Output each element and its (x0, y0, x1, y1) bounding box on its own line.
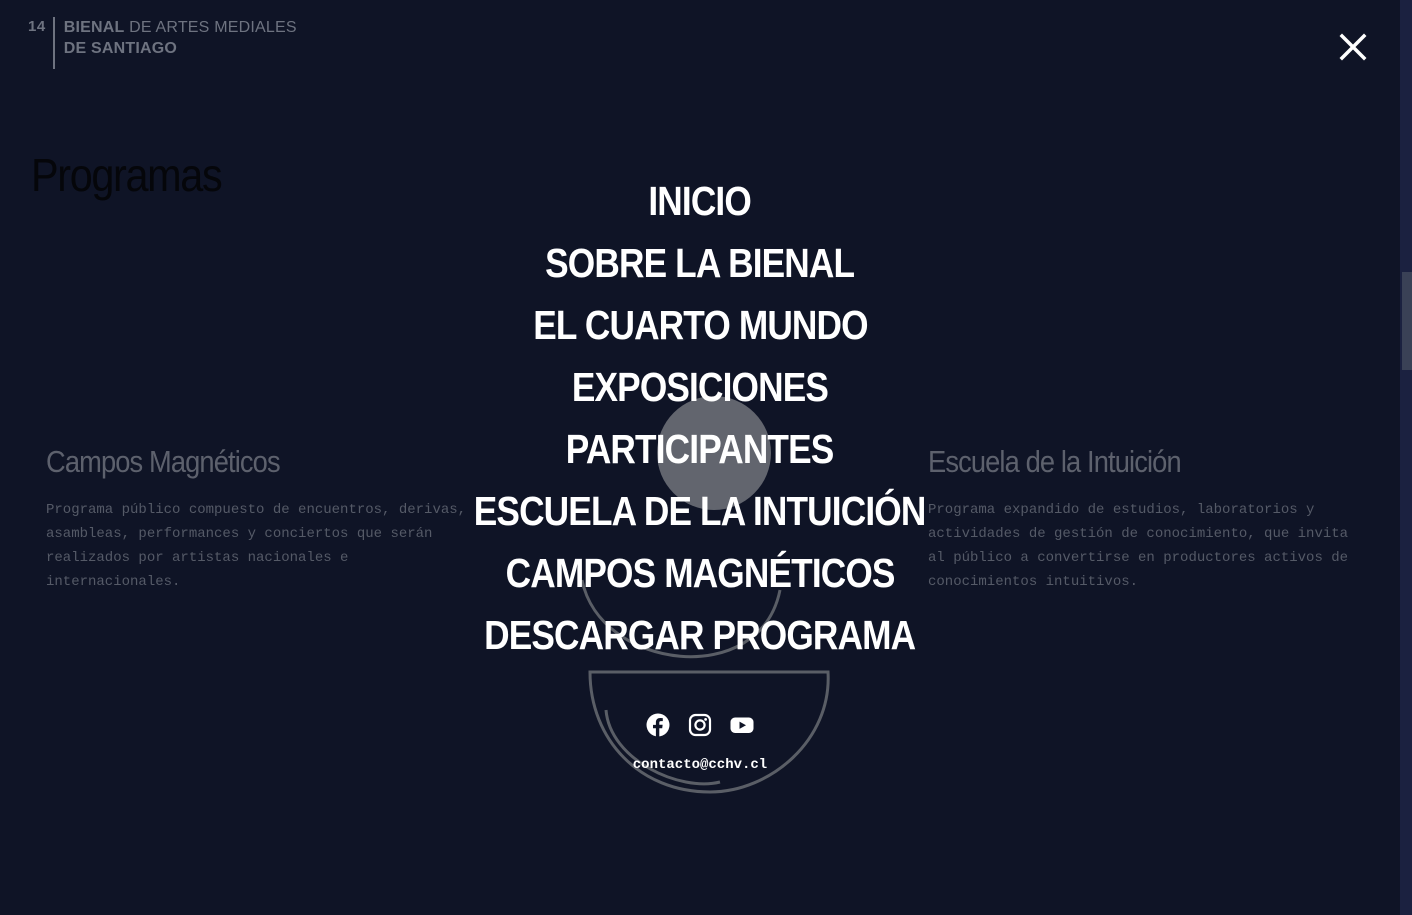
logo-divider (52, 17, 55, 69)
scrollbar-thumb[interactable] (1402, 272, 1412, 370)
menu-link-escuela-de-la-intuicion[interactable]: ESCUELA DE LA INTUICIÓN (474, 480, 927, 542)
instagram-link[interactable] (688, 710, 712, 740)
scrollbar-track[interactable] (1400, 0, 1412, 915)
menu-link-sobre-la-bienal[interactable]: SOBRE LA BIENAL (545, 232, 855, 294)
logo-line2: DE SANTIAGO (63, 40, 178, 57)
logo-line1-rest: DE ARTES MEDIALES (129, 19, 297, 36)
menu-item-sobre-la-bienal: SOBRE LA BIENAL (0, 232, 1400, 294)
facebook-icon (646, 713, 670, 737)
logo-text: BIENAL DE ARTES MEDIALES DE SANTIAGO (64, 17, 297, 59)
menu-item-inicio: INICIO (0, 170, 1400, 232)
menu-link-participantes[interactable]: PARTICIPANTES (566, 418, 835, 480)
menu-item-el-cuarto-mundo: EL CUARTO MUNDO (0, 294, 1400, 356)
menu-item-exposiciones: EXPOSICIONES (0, 356, 1400, 418)
menu-link-el-cuarto-mundo[interactable]: EL CUARTO MUNDO (533, 294, 868, 356)
social-links (0, 710, 1400, 740)
logo-number: 14 (28, 18, 46, 35)
menu-item-participantes: PARTICIPANTES (0, 418, 1400, 480)
facebook-link[interactable] (646, 710, 670, 740)
site-logo[interactable]: 14 BIENAL DE ARTES MEDIALES DE SANTIAGO (28, 17, 297, 71)
menu-item-descargar-programa: DESCARGAR PROGRAMA (0, 604, 1400, 666)
menu-item-escuela-de-la-intuicion: ESCUELA DE LA INTUICIÓN (0, 480, 1400, 542)
close-button[interactable] (1336, 30, 1370, 64)
youtube-icon (730, 717, 754, 733)
menu-link-campos-magneticos[interactable]: CAMPOS MAGNÉTICOS (506, 542, 896, 604)
contact-email[interactable]: contacto@cchv.cl (0, 757, 1400, 773)
logo-line1-bold: BIENAL (63, 19, 125, 36)
close-icon (1339, 33, 1367, 61)
menu-link-inicio[interactable]: INICIO (649, 170, 752, 232)
instagram-icon (688, 713, 712, 737)
menu-link-exposiciones[interactable]: EXPOSICIONES (572, 356, 829, 418)
menu-item-campos-magneticos: CAMPOS MAGNÉTICOS (0, 542, 1400, 604)
overlay-nav-menu: INICIO SOBRE LA BIENAL EL CUARTO MUNDO E… (0, 170, 1400, 666)
menu-link-descargar-programa[interactable]: DESCARGAR PROGRAMA (484, 604, 916, 666)
page: 14 BIENAL DE ARTES MEDIALES DE SANTIAGO … (0, 0, 1412, 915)
youtube-link[interactable] (730, 710, 754, 740)
